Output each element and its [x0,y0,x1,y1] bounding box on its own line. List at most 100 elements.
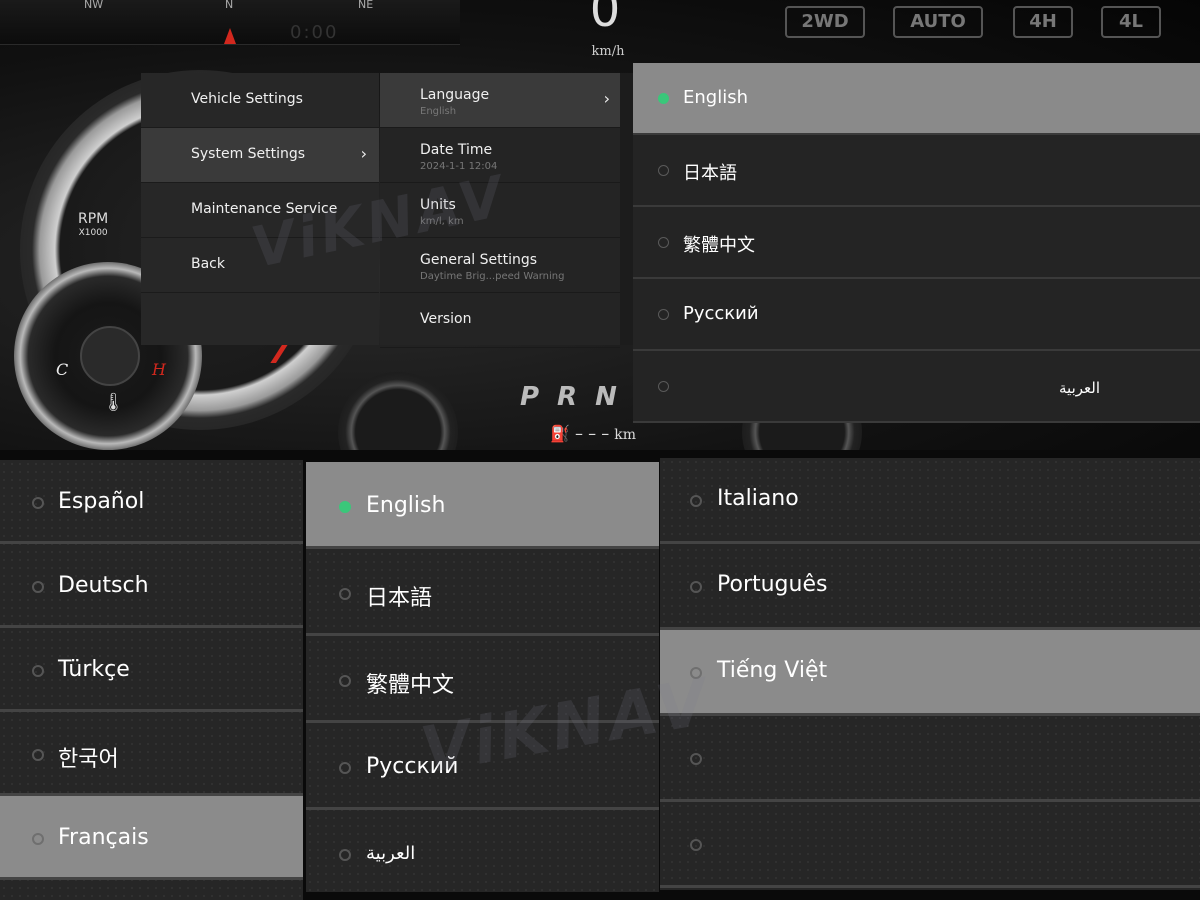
fuel-range: ⛽ – – – km [550,424,636,443]
language-option-spanish[interactable]: Español [0,460,303,544]
language-option-vietnamese[interactable]: Tiếng Việt [660,630,1200,716]
language-option-arabic[interactable]: العربية [306,810,659,892]
language-label: Español [58,489,145,514]
menu-item-back[interactable]: Back [141,238,379,293]
compass-ne-label: NE [358,0,374,11]
language-option-korean[interactable]: 한국어 [0,712,303,796]
speedometer: 0 km/h [560,0,650,59]
radio-icon [658,381,669,392]
language-label: Italiano [717,486,799,511]
radio-icon [339,588,351,600]
language-label: English [683,87,748,108]
gear-selector: PRN [520,382,635,412]
menu-item-label: Maintenance Service [191,201,338,217]
language-option-portuguese[interactable]: Português [660,544,1200,630]
menu-item-label: Vehicle Settings [191,91,303,107]
language-option-italian[interactable]: Italiano [660,458,1200,544]
language-option-traditional-chinese[interactable]: 繁體中文 [633,207,1200,279]
drive-mode-4l: 4L [1101,6,1161,38]
compass-strip: NW N NE 0:00 [0,0,460,45]
rpm-label: RPM X1000 [78,211,109,239]
language-option-russian[interactable]: Русский [633,279,1200,351]
trip-time: 0:00 [290,22,339,43]
language-label: Русский [366,754,459,779]
submenu-item-title: Version [420,311,472,327]
language-option-japanese[interactable]: 日本語 [306,549,659,636]
submenu-item-title: Units [420,197,456,213]
submenu-item-units[interactable]: Units km/l, km [380,183,620,238]
compass-needle-icon [224,28,236,44]
radio-icon [32,833,44,845]
menu-item-label: System Settings [191,146,306,162]
system-settings-menu: Language English › Date Time 2024-1-1 12… [380,73,634,348]
radio-icon [32,497,44,509]
submenu-item-version[interactable]: Version [380,293,620,348]
language-option-german[interactable]: Deutsch [0,544,303,628]
language-option-empty[interactable] [660,716,1200,802]
drive-mode-auto: AUTO [893,6,983,38]
menu-item-system-settings[interactable]: System Settings › [141,128,379,183]
radio-icon [658,165,669,176]
language-option-french[interactable]: Français [0,796,303,880]
instrument-cluster: NW N NE 0:00 0 km/h 2WD AUTO 4H 4L RPM X… [0,0,1200,450]
submenu-item-general-settings[interactable]: General Settings Daytime Brig...peed War… [380,238,620,293]
radio-icon [32,581,44,593]
language-label: 繁體中文 [683,235,755,256]
language-label: العربية [1059,379,1100,397]
compass-nw-label: NW [84,0,104,11]
gauge-hub [80,326,140,386]
radio-icon [690,667,702,679]
submenu-item-title: Date Time [420,142,493,158]
speed-unit: km/h [591,44,625,59]
language-option-english[interactable]: English [306,462,659,549]
submenu-item-language[interactable]: Language English › [380,73,620,128]
language-option-japanese[interactable]: 日本語 [633,135,1200,207]
radio-icon [690,495,702,507]
menu-item-label: Back [191,256,225,272]
radio-icon [339,675,351,687]
fuel-range-value: – – – [575,424,610,443]
language-label: Türkçe [58,657,130,682]
submenu-item-subtitle: km/l, km [420,216,464,227]
radio-selected-icon [339,501,351,513]
submenu-item-subtitle: 2024-1-1 12:04 [420,161,498,172]
drive-mode-2wd: 2WD [785,6,865,38]
menu-item-vehicle-settings[interactable]: Vehicle Settings [141,73,379,128]
language-option-empty[interactable] [660,802,1200,888]
speed-value: 0 [589,0,621,38]
language-list-middle: English 日本語 繁體中文 Русский العربية [306,462,659,892]
fuel-pump-icon: ⛽ [550,424,570,443]
language-option-arabic[interactable]: العربية [633,351,1200,423]
menu-divider [620,73,634,345]
drive-mode-4h: 4H [1013,6,1073,38]
language-label: 繁體中文 [366,673,455,698]
language-option-traditional-chinese[interactable]: 繁體中文 [306,636,659,723]
language-list-left: Español Deutsch Türkçe 한국어 Français [0,460,303,900]
temp-cold-label: C [56,360,69,379]
submenu-item-date-time[interactable]: Date Time 2024-1-1 12:04 [380,128,620,183]
language-label: Русский [683,303,759,324]
radio-icon [690,581,702,593]
language-option-turkish[interactable]: Türkçe [0,628,303,712]
rpm-scale: X1000 [78,228,108,238]
language-label: العربية [366,843,416,864]
chevron-right-icon: › [603,89,610,108]
language-label: Français [58,825,149,850]
radio-icon [658,309,669,320]
language-option-english[interactable]: English [633,63,1200,135]
language-label: English [366,493,446,518]
temp-hot-label: H [152,360,166,379]
oil-pressure-gauge [338,372,458,450]
radio-selected-icon [658,93,669,104]
radio-icon [32,665,44,677]
main-menu: Vehicle Settings System Settings › Maint… [141,73,379,345]
radio-icon [658,237,669,248]
language-label: 日本語 [683,163,737,184]
radio-icon [690,839,702,851]
rpm-text: RPM [78,211,109,227]
submenu-item-subtitle: English [420,106,457,117]
language-label: Português [717,572,828,597]
language-label: Deutsch [58,573,149,598]
language-option-russian[interactable]: Русский [306,723,659,810]
menu-item-maintenance-service[interactable]: Maintenance Service [141,183,379,238]
